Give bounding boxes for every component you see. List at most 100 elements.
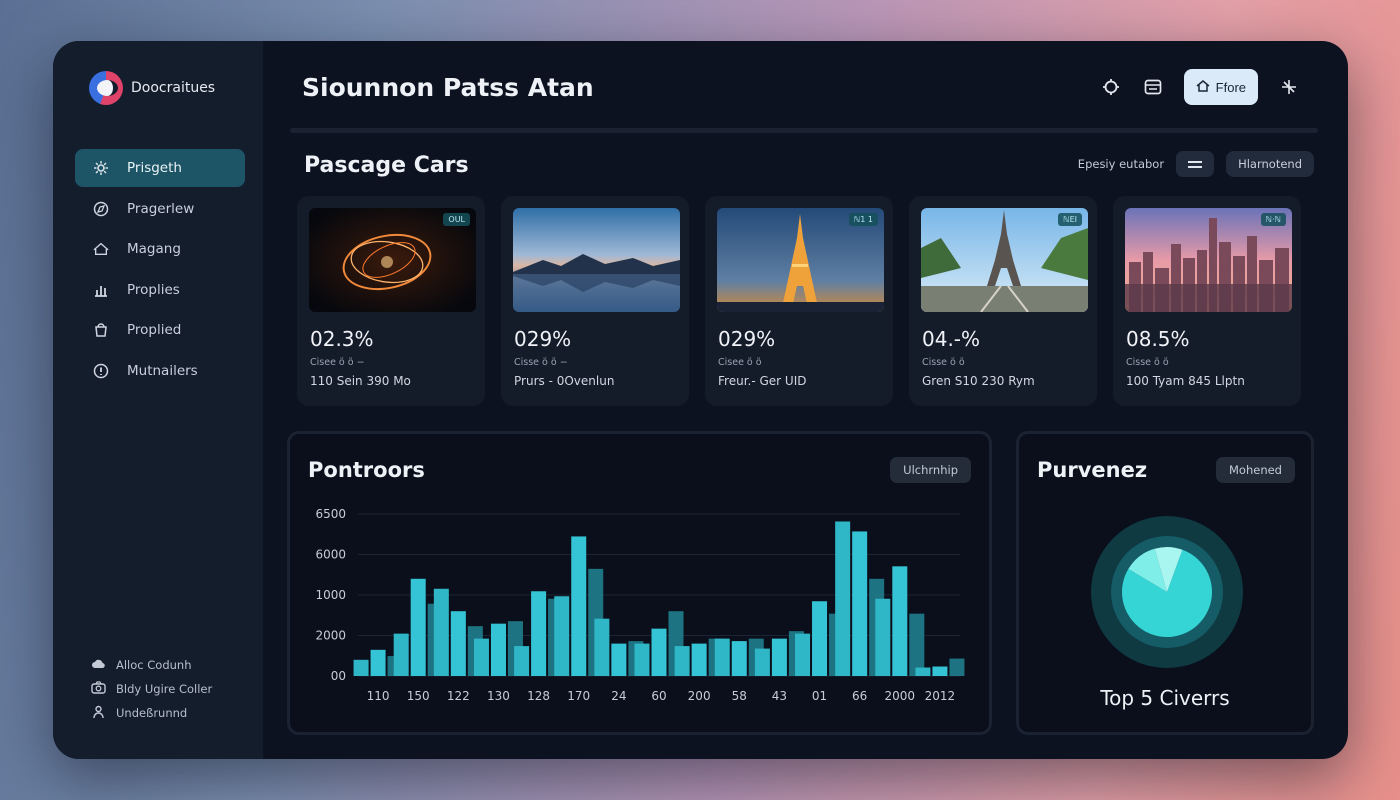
card-value: 08.5% [1126,327,1190,351]
x-tick-label: 43 [772,689,787,703]
section-title: Pascage Cars [304,153,469,178]
card-value: 029% [718,327,776,351]
x-tick-label: 110 [367,689,390,703]
bar[interactable] [554,596,570,676]
card-badge: OUL [443,213,470,226]
card-image-swirl: OUL [309,208,476,312]
bar[interactable] [691,643,707,676]
x-tick-label: 170 [567,689,590,703]
bar[interactable] [909,613,925,676]
user-icon [91,705,106,722]
card-badge: ℕ1 1 [848,213,878,226]
sidebar-item-label: Prisgeth [127,160,182,176]
bar[interactable] [731,641,747,676]
bar[interactable] [651,628,667,676]
page-title: Siounnon Patss Atan [302,73,594,102]
logo[interactable]: Doocraitues [89,71,215,105]
sidebar-footer-item[interactable]: Bldy Ugire Coller [91,677,212,701]
store-button-label: Ffore [1215,79,1246,95]
bar[interactable] [754,648,770,676]
bar[interactable] [674,646,690,676]
bar[interactable] [370,649,386,676]
filter-pill[interactable]: Hlarnotend [1226,151,1314,177]
stat-card[interactable]: ℕ·ℕ 08.5% Cisse ö ö 100 Tyam 845 Llptn [1113,196,1301,406]
window-icon[interactable] [1142,76,1164,98]
pie-title: Purvenez [1037,458,1148,482]
bar[interactable] [875,598,891,676]
x-tick-label: 2000 [885,689,916,703]
stat-card[interactable]: OUL 02.3% Cisee ö ö − 110 Sein 390 Mo [297,196,485,406]
bar[interactable] [949,658,965,676]
chart-filter-pill[interactable]: Ulchrnhip [890,457,971,483]
bar[interactable] [634,643,650,676]
bar[interactable] [714,638,730,676]
card-value: 029% [514,327,572,351]
bar[interactable] [450,611,466,676]
home-icon [1196,79,1210,95]
bar[interactable] [353,659,369,676]
bar[interactable] [490,623,506,676]
stat-card[interactable]: ℕ1 1 029% Cisee ö ö Freur.- Ger UID [705,196,893,406]
sidebar-item-label: Pragerlew [127,200,195,217]
bar[interactable] [812,601,828,676]
bar[interactable] [433,588,449,676]
sidebar-item-proplied[interactable]: Proplied [75,311,245,349]
bar[interactable] [932,666,948,676]
store-button[interactable]: Ffore [1183,69,1258,105]
home-icon [93,241,109,257]
bar[interactable] [393,633,409,676]
compass-icon [93,201,109,217]
sidebar-item-prisgeth[interactable]: Prisgeth [75,149,245,187]
app-window: Doocraitues Prisgeth Pragerlew Magang Pr… [53,41,1348,759]
sidebar-item-pragerlew[interactable]: Pragerlew [75,190,245,228]
gear-icon [93,160,109,176]
bar[interactable] [514,646,530,676]
bar[interactable] [531,591,547,676]
sidebar-item-magang[interactable]: Magang [75,230,245,268]
x-tick-label: 130 [487,689,510,703]
pie-caption: Top 5 Civerrs [1100,686,1230,710]
y-tick-label: 00 [331,669,346,683]
stat-card[interactable]: 029% Cisse ö ö − Prurs - 0Ovenlun [501,196,689,406]
bar-chart: 00 2000 1000 6000 6500 110 150 122 130 128 170 24 60… [315,507,965,703]
menu-toggle-button[interactable] [1176,151,1215,177]
card-meta: Gren S10 230 Rym [922,374,1035,388]
main-content: Siounnon Patss Atan Ffore Pascage Cars E… [263,41,1348,759]
sidebar-footer-item[interactable]: Undeßrunnd [91,701,212,725]
bar[interactable] [410,578,426,676]
sidebar-footer: Alloc Codunh Bldy Ugire Coller Undeßrunn… [91,653,212,725]
menu-icon [1188,160,1203,163]
bar[interactable] [852,531,868,676]
bar-chart-panel: Pontroors Ulchrnhip 00 2000 1000 6000 6500 11… [287,431,992,735]
header-divider [290,128,1318,133]
bar[interactable] [892,566,908,676]
sidebar-item-label: Proplied [127,322,182,338]
sidebar-item-label: Proplies [127,281,180,298]
y-tick-label: 2000 [315,629,346,643]
card-subtitle: Cisee ö ö [718,357,762,368]
sparkle-icon[interactable] [1278,76,1300,98]
bar[interactable] [611,643,627,676]
sidebar-item-mutnailers[interactable]: Mutnailers [75,352,245,390]
card-meta: Freur.- Ger UID [718,374,807,388]
y-tick-label: 6500 [315,507,346,521]
sidebar-item-proplies[interactable]: Proplies [75,271,245,309]
bar[interactable] [594,618,610,676]
bar[interactable] [835,521,851,676]
settings-icon[interactable] [1100,76,1122,98]
pie-filter-pill[interactable]: Mohened [1216,457,1295,483]
bag-icon [93,322,109,338]
x-tick-label: 60 [651,689,666,703]
bar[interactable] [473,638,489,676]
bar[interactable] [571,536,587,676]
bar[interactable] [795,633,811,676]
card-meta: 110 Sein 390 Mo [310,374,411,388]
camera-icon [91,681,106,697]
alert-icon [93,363,109,379]
stat-card[interactable]: ℕEI 04.-% Cisse ö ö Gren S10 230 Rym [909,196,1097,406]
sidebar-footer-item[interactable]: Alloc Codunh [91,653,212,677]
bar[interactable] [915,667,931,676]
section-controls: Epesiy eutabor Hlarnotend [1078,151,1314,177]
cards-row: OUL 02.3% Cisee ö ö − 110 Sein 390 Mo 02… [297,196,1301,406]
bar[interactable] [771,638,787,676]
